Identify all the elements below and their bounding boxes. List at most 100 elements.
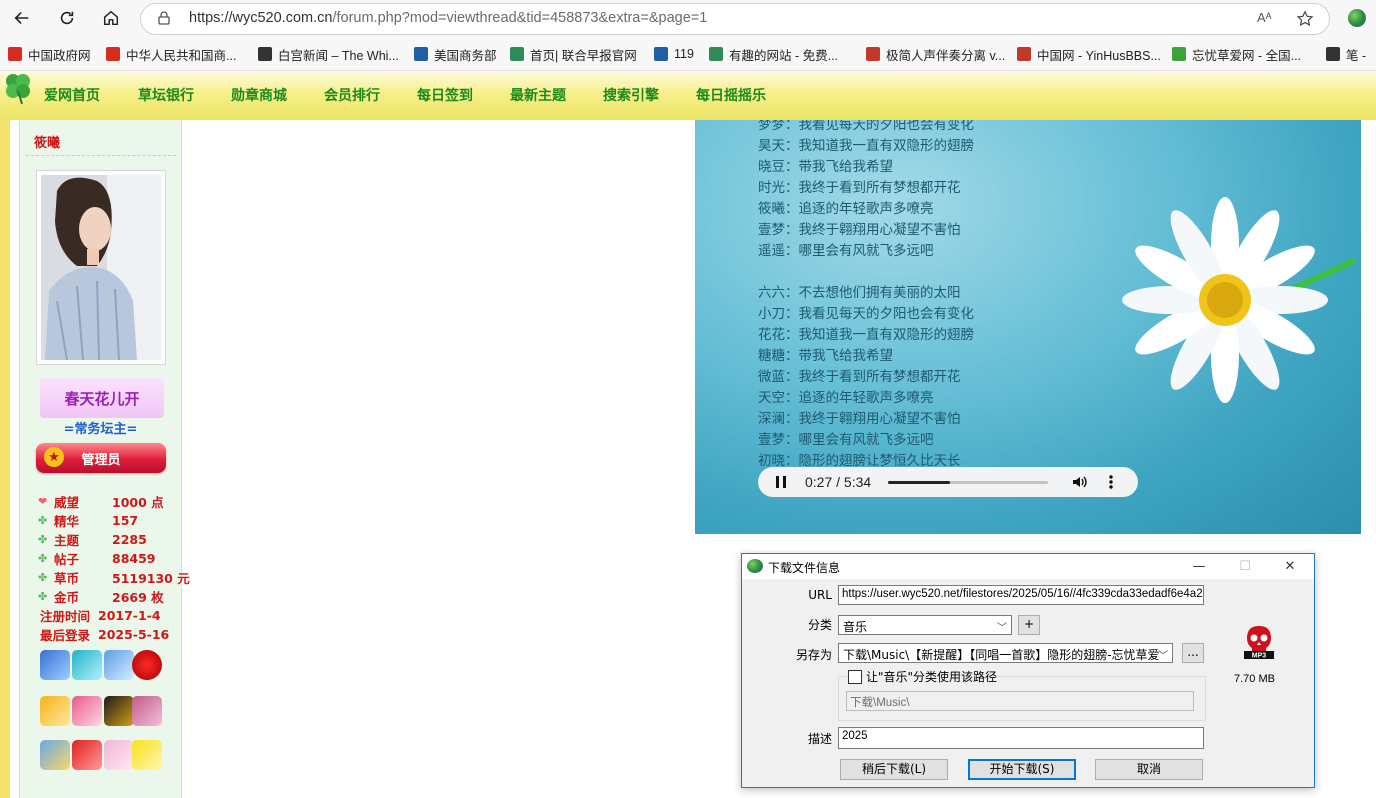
bookmark-item[interactable]: 有趣的网站 - 免费... [709,45,838,63]
dialog-titlebar[interactable]: 下载文件信息 — ☐ ✕ [742,554,1314,579]
url-label: URL [808,588,832,602]
bookmark-item[interactable]: 首页| 联合早报官网 [510,45,637,63]
medal-shoe-icon[interactable] [104,740,134,770]
stat-posts: ✤ 帖子 88459 [38,549,156,568]
bookmark-favicon-icon [510,47,524,61]
progress-bar[interactable] [888,481,1048,484]
stat-register-date: 注册时间 2017-1-4 [40,606,161,625]
medal-makeup-icon[interactable] [72,696,102,726]
favorite-star-icon[interactable] [1296,10,1314,28]
maximize-button: ☐ [1222,554,1268,579]
avatar[interactable] [36,170,166,365]
minimize-button[interactable]: — [1176,554,1222,579]
stat-value: 5119130 元 [112,571,190,586]
description-label: 描述 [807,732,832,746]
stat-value: 2669 枚 [112,590,164,605]
medal-gramophone-icon[interactable] [72,650,102,680]
bookmark-item[interactable]: 忘忧草爱网 - 全国... [1172,45,1301,63]
pause-icon[interactable] [774,475,788,489]
bookmark-item[interactable]: 119 [654,45,694,63]
clover-icon: ✤ [38,514,48,527]
bookmark-item[interactable]: 中国网 - YinHusBBS... [1017,45,1161,63]
stat-prestige: ❤ 威望 1000 点 [38,492,164,511]
more-options-icon[interactable] [1108,474,1114,490]
address-bar[interactable]: https://wyc520.com.cn/forum.php?mod=view… [140,3,1330,35]
clover-icon: ✤ [38,552,48,565]
lyric-line: 时光：我终于看到所有梦想都开花 [758,180,961,196]
bookmark-item[interactable]: 白宫新闻 – The Whi... [258,45,399,63]
lyric-line: 筱曦：追逐的年轻歌声多嘹亮 [758,201,934,217]
use-path-checkbox-label[interactable]: 让"音乐"分类使用该路径 [864,668,1000,685]
url-field[interactable]: https://user.wyc520.net/filestores/2025/… [838,585,1204,605]
chevron-down-icon: ﹀ [997,623,1007,634]
read-aloud-icon[interactable]: Aᴬ [1257,10,1275,28]
medal-castle-icon[interactable] [40,740,70,770]
description-field[interactable]: 2025 [838,727,1204,749]
medal-flower2-icon[interactable] [132,740,162,770]
nav-home[interactable]: 爱网首页 [44,85,100,105]
browse-button[interactable]: ... [1182,643,1204,663]
url-text[interactable]: https://wyc520.com.cn/forum.php?mod=view… [189,10,707,26]
nav-latest-topics[interactable]: 最新主题 [510,85,566,105]
volume-icon[interactable] [1071,474,1087,490]
clover-icon: ✤ [38,590,48,603]
bookmark-item[interactable]: 中华人民共和国商... [106,45,236,63]
download-app-icon [747,559,763,573]
lyric-line: 壹梦：哪里会有风就飞多远吧 [758,432,934,448]
medal-car-icon[interactable] [72,740,102,770]
bookmarks-bar: 中国政府网 中华人民共和国商... 白宫新闻 – The Whi... 美国商务部 首页… [0,36,1376,71]
lyric-line: 梦梦：我看见每天的夕阳也会有变化 [758,120,974,133]
bookmark-label: 中国网 - YinHusBBS... [1037,48,1161,63]
nav-medal-shop[interactable]: 勋章商城 [231,85,287,105]
medal-pattern-icon[interactable] [132,696,162,726]
stat-label: 帖子 [54,552,80,567]
medal-hat-icon[interactable] [40,696,70,726]
music-player-panel: 梦梦：我看见每天的夕阳也会有变化 昊天：我知道我一直有双隐形的翅膀 晓豆：带我飞给我… [695,120,1361,534]
nav-daily-signin[interactable]: 每日签到 [417,85,473,105]
saveas-select[interactable]: 下载\Music\【新提醒】【同唱一首歌】隐形的翅膀-忘忧草爱 ﹀ [838,643,1173,663]
category-label: 分类 [807,618,832,632]
close-button[interactable]: ✕ [1267,554,1313,579]
minimize-icon: — [1192,559,1206,574]
add-category-button[interactable]: + [1018,615,1040,635]
start-download-button[interactable]: 开始下载(S) [968,759,1076,780]
maximize-icon: ☐ [1239,559,1251,574]
medal-pen-icon[interactable] [104,696,134,726]
nav-member-rank[interactable]: 会员排行 [324,85,380,105]
bookmark-label: 首页| 联合早报官网 [530,48,637,63]
refresh-icon [60,11,74,25]
admin-badge: ★ 管理员 [36,443,166,473]
download-later-button[interactable]: 稍后下载(L) [840,759,948,780]
stat-label: 精华 [54,514,80,529]
stat-label: 主题 [54,533,80,548]
bookmark-item[interactable]: 笔 - [1326,45,1366,63]
stat-value: 2017-1-4 [98,608,161,623]
home-button[interactable] [97,4,125,32]
medal-book-icon[interactable] [40,650,70,680]
extension-icon[interactable] [1348,9,1366,27]
use-path-checkbox[interactable] [848,670,862,684]
cancel-button[interactable]: 取消 [1095,759,1203,780]
nav-bank[interactable]: 草坛银行 [138,85,194,105]
lyric-line: 花花：我知道我一直有双隐形的翅膀 [758,327,974,343]
refresh-button[interactable] [53,4,81,32]
nav-daily-shake[interactable]: 每日摇摇乐 [696,85,766,105]
nav-search[interactable]: 搜索引擎 [603,85,659,105]
lyric-line: 昊天：我知道我一直有双隐形的翅膀 [758,138,974,154]
medal-flower-icon[interactable] [104,650,134,680]
bookmark-favicon-icon [1172,47,1186,61]
mp3-file-icon: MP3 [1244,626,1274,659]
dialog-title: 下载文件信息 [768,561,841,575]
decorative-strip [0,120,10,798]
bookmark-item[interactable]: 极简人声伴奏分离 v... [866,45,1005,63]
medal-heart-icon[interactable] [132,650,162,680]
stat-grass-coins: ✤ 草币 5119130 元 [38,568,190,587]
back-button[interactable] [8,4,36,32]
lyric-line: 初晓：隐形的翅膀让梦恒久比天长 [758,453,961,469]
username[interactable]: 筱曦 [34,132,60,151]
file-size: 7.70 MB [1234,673,1275,685]
divider [26,155,176,156]
category-select[interactable]: 音乐 ﹀ [838,615,1012,635]
bookmark-item[interactable]: 中国政府网 [8,45,91,63]
bookmark-item[interactable]: 美国商务部 [414,45,497,63]
